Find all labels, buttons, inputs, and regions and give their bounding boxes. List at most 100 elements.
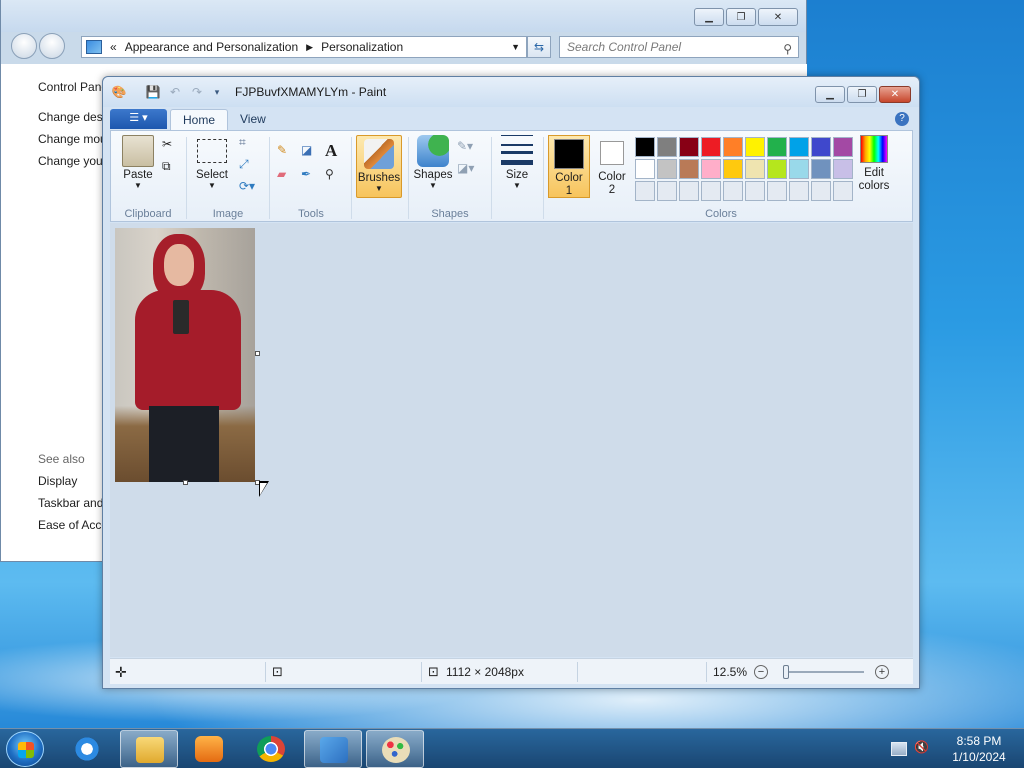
- palette-swatch[interactable]: [745, 181, 765, 201]
- display-link[interactable]: Display: [38, 474, 108, 488]
- taskbar-file-explorer[interactable]: [120, 730, 178, 768]
- palette-swatch[interactable]: [833, 181, 853, 201]
- palette-swatch[interactable]: [767, 181, 787, 201]
- resize-handle-right[interactable]: [255, 351, 260, 356]
- paint-help-icon[interactable]: ?: [895, 112, 909, 126]
- paint-minimize-button[interactable]: ▁: [815, 86, 845, 103]
- paint-app-icon[interactable]: 🎨: [111, 84, 127, 100]
- palette-swatch[interactable]: [745, 137, 765, 157]
- breadcrumb-personalization[interactable]: Personalization: [321, 40, 403, 54]
- canvas-area[interactable]: [110, 223, 913, 657]
- resize-icon[interactable]: ⤢: [239, 157, 259, 177]
- palette-swatch[interactable]: [833, 159, 853, 179]
- palette-swatch[interactable]: [635, 137, 655, 157]
- select-button[interactable]: Select ▼: [195, 135, 229, 190]
- quick-access-dropdown-icon[interactable]: ▾: [209, 84, 225, 100]
- address-dropdown-icon[interactable]: ▼: [511, 42, 520, 52]
- size-button[interactable]: Size ▼: [497, 135, 537, 190]
- close-button[interactable]: ✕: [758, 8, 798, 26]
- fill-icon[interactable]: ◪: [301, 143, 321, 163]
- palette-swatch[interactable]: [657, 159, 677, 179]
- eraser-icon[interactable]: ▰: [277, 167, 297, 187]
- brushes-button[interactable]: Brushes ▼: [356, 135, 402, 198]
- cut-icon[interactable]: ✂: [162, 137, 182, 157]
- search-input[interactable]: Search Control Panel ⚲: [559, 36, 799, 58]
- palette-swatch[interactable]: [789, 181, 809, 201]
- zoom-in-button[interactable]: +: [875, 665, 889, 679]
- palette-swatch[interactable]: [767, 159, 787, 179]
- taskbar-media-player[interactable]: [180, 730, 238, 768]
- shape-fill-icon[interactable]: ◪▾: [457, 161, 477, 181]
- breadcrumb-appearance[interactable]: Appearance and Personalization: [125, 40, 298, 54]
- rotate-icon[interactable]: ⟳▾: [239, 179, 259, 199]
- zoom-slider[interactable]: [784, 671, 864, 673]
- palette-swatch[interactable]: [723, 159, 743, 179]
- copy-icon[interactable]: ⧉: [162, 159, 182, 179]
- tab-view[interactable]: View: [228, 109, 278, 131]
- taskbar-control-panel[interactable]: [304, 730, 362, 768]
- taskbar-internet-explorer[interactable]: [58, 730, 116, 768]
- color-picker-icon[interactable]: ✒: [301, 167, 321, 187]
- palette-swatch[interactable]: [679, 137, 699, 157]
- paint-maximize-button[interactable]: ❐: [847, 86, 877, 103]
- canvas-image[interactable]: [115, 228, 255, 482]
- ease-of-access-link[interactable]: Ease of Acce: [38, 518, 108, 532]
- change-account-picture-link[interactable]: Change you: [38, 154, 111, 168]
- magnifier-icon[interactable]: ⚲: [325, 167, 345, 187]
- change-desktop-icons-link[interactable]: Change desk: [38, 110, 111, 124]
- palette-swatch[interactable]: [657, 181, 677, 201]
- search-icon[interactable]: ⚲: [783, 39, 792, 59]
- paste-button[interactable]: Paste ▼: [121, 135, 155, 190]
- palette-swatch[interactable]: [789, 159, 809, 179]
- tab-home[interactable]: Home: [170, 109, 229, 131]
- minimize-button[interactable]: ▁: [694, 8, 724, 26]
- outline-icon[interactable]: ✎▾: [457, 139, 477, 159]
- redo-icon[interactable]: ↷: [189, 84, 205, 100]
- control-panel-home-link[interactable]: Control Panel: [38, 80, 111, 94]
- palette-swatch[interactable]: [679, 181, 699, 201]
- back-button[interactable]: [11, 33, 37, 59]
- palette-swatch[interactable]: [701, 159, 721, 179]
- breadcrumb-overflow[interactable]: «: [110, 40, 117, 54]
- control-panel-titlebar[interactable]: ▁ ❐ ✕: [1, 0, 806, 32]
- maximize-button[interactable]: ❐: [726, 8, 756, 26]
- forward-button[interactable]: [39, 33, 65, 59]
- start-button[interactable]: [6, 731, 44, 767]
- refresh-icon[interactable]: ⇆: [527, 36, 551, 58]
- palette-swatch[interactable]: [745, 159, 765, 179]
- taskbar-paint[interactable]: [366, 730, 424, 768]
- palette-swatch[interactable]: [635, 181, 655, 201]
- resize-handle-bottom[interactable]: [183, 480, 188, 485]
- crop-icon[interactable]: ⌗: [239, 135, 259, 155]
- palette-swatch[interactable]: [723, 181, 743, 201]
- paint-close-button[interactable]: ✕: [879, 86, 911, 103]
- shapes-button[interactable]: Shapes ▼: [413, 135, 453, 190]
- palette-swatch[interactable]: [811, 159, 831, 179]
- palette-swatch[interactable]: [811, 181, 831, 201]
- color2-button[interactable]: Color 2: [592, 135, 632, 198]
- palette-swatch[interactable]: [767, 137, 787, 157]
- zoom-slider-thumb[interactable]: [783, 665, 790, 679]
- edit-colors-button[interactable]: Edit colors: [854, 135, 894, 193]
- paint-titlebar[interactable]: 🎨 💾 ↶ ↷ ▾ FJPBuvfXMAMYLYm - Paint ▁ ❐ ✕: [103, 77, 919, 107]
- pencil-icon[interactable]: ✎: [277, 143, 297, 163]
- palette-swatch[interactable]: [657, 137, 677, 157]
- network-icon[interactable]: [891, 742, 907, 756]
- paint-menu-button[interactable]: ☰ ▾: [110, 109, 167, 129]
- change-mouse-pointers-link[interactable]: Change mou: [38, 132, 111, 146]
- palette-swatch[interactable]: [679, 159, 699, 179]
- undo-icon[interactable]: ↶: [167, 84, 183, 100]
- text-icon[interactable]: A: [325, 141, 345, 161]
- zoom-out-button[interactable]: −: [754, 665, 768, 679]
- palette-swatch[interactable]: [811, 137, 831, 157]
- volume-muted-icon[interactable]: 🔇: [914, 740, 930, 754]
- taskbar-chrome[interactable]: [242, 730, 300, 768]
- taskbar-link[interactable]: Taskbar and: [38, 496, 108, 510]
- save-icon[interactable]: 💾: [145, 84, 161, 100]
- system-clock[interactable]: 8:58 PM 1/10/2024: [944, 733, 1014, 765]
- palette-swatch[interactable]: [833, 137, 853, 157]
- color1-button[interactable]: Color 1: [548, 135, 590, 198]
- palette-swatch[interactable]: [789, 137, 809, 157]
- palette-swatch[interactable]: [723, 137, 743, 157]
- palette-swatch[interactable]: [701, 181, 721, 201]
